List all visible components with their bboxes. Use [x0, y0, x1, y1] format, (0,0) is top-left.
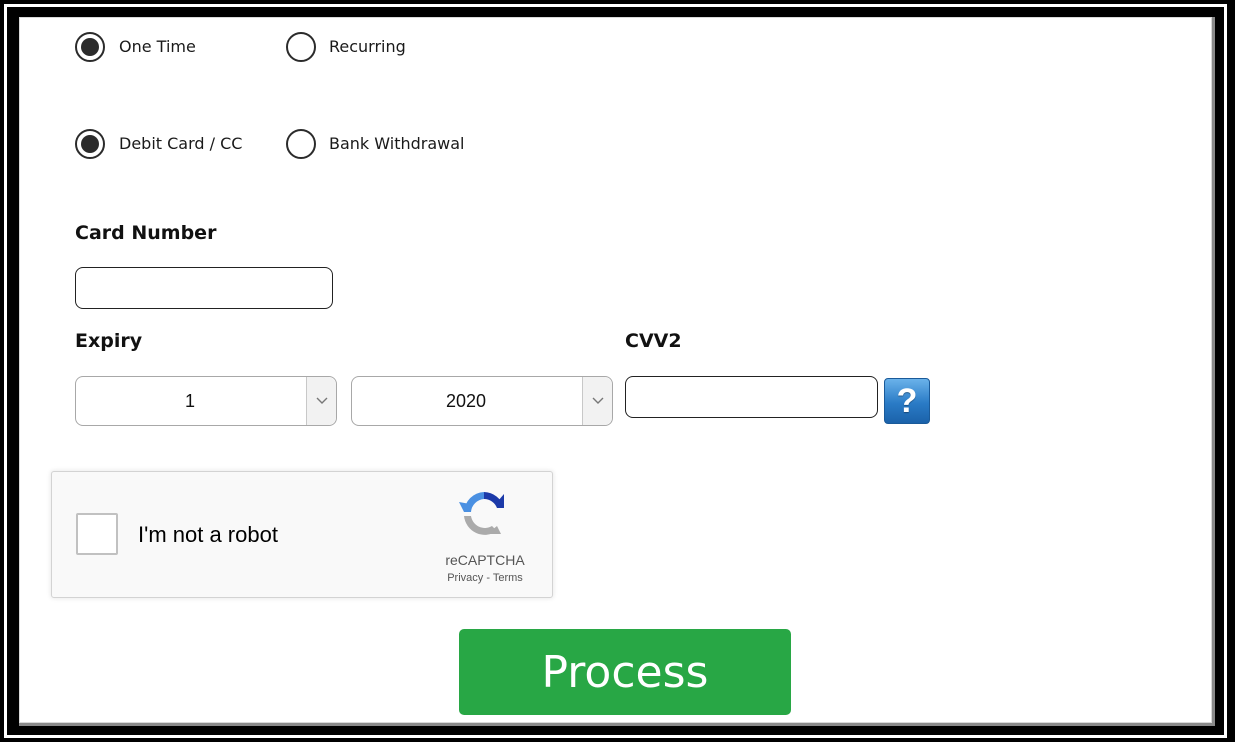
bank-withdrawal-radio[interactable] [286, 129, 316, 159]
help-question-icon[interactable]: ? [884, 378, 930, 424]
recurring-radio[interactable] [286, 32, 316, 62]
payment-form-panel [19, 17, 1215, 726]
one-time-radio[interactable] [75, 32, 105, 62]
recaptcha-brand: reCAPTCHA [445, 552, 525, 568]
recaptcha-widget: I'm not a robot reCAPTCHA Privacy - Term… [51, 471, 553, 598]
card-number-label: Card Number [75, 222, 217, 244]
recaptcha-privacy-terms-links[interactable]: Privacy - Terms [445, 572, 525, 584]
expiry-label: Expiry [75, 330, 143, 352]
debit-card-radio[interactable] [75, 129, 105, 159]
recurring-label: Recurring [329, 37, 406, 56]
chevron-down-icon[interactable] [306, 377, 336, 425]
expiry-month-select[interactable]: 1 [75, 376, 337, 426]
recaptcha-logo-icon [457, 486, 511, 540]
cvv-input[interactable] [625, 376, 878, 418]
expiry-year-select[interactable]: 2020 [351, 376, 613, 426]
bank-withdrawal-label: Bank Withdrawal [329, 134, 465, 153]
recaptcha-label: I'm not a robot [138, 522, 278, 547]
process-button[interactable]: Process [459, 629, 791, 715]
cvv-label: CVV2 [625, 330, 682, 352]
card-number-input[interactable] [75, 267, 333, 309]
expiry-year-value: 2020 [445, 390, 487, 411]
debit-card-label: Debit Card / CC [119, 134, 243, 153]
recaptcha-checkbox[interactable] [76, 513, 118, 555]
chevron-down-icon[interactable] [582, 377, 612, 425]
one-time-label: One Time [119, 37, 196, 56]
expiry-month-value: 1 [184, 390, 195, 411]
